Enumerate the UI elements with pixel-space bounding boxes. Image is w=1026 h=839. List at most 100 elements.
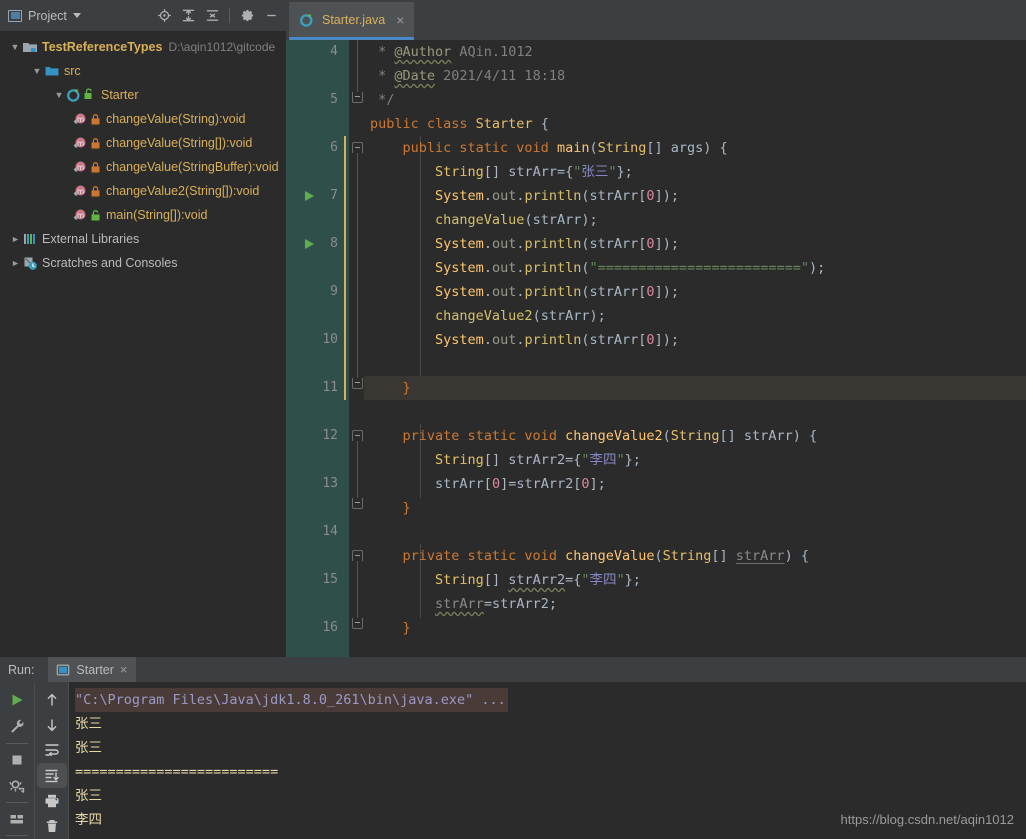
- tree-item-method[interactable]: m changeValue(String[]):void: [0, 131, 286, 155]
- code-line-12[interactable]: System.out.println(strArr[0]);: [364, 232, 1026, 256]
- code-line-7[interactable]: public class Starter {: [364, 112, 1026, 136]
- tree-item-module[interactable]: ▼ TestReferenceTypes D:\aqin1012\gitcode: [0, 35, 286, 59]
- chevron-down-icon[interactable]: [72, 13, 81, 18]
- code-text-area[interactable]: * @Author AQin.1012 * @Date 2021/4/11 18…: [364, 40, 1026, 657]
- wrench-icon[interactable]: [2, 713, 32, 739]
- private-lock-icon: [90, 113, 100, 125]
- layout-icon[interactable]: [2, 806, 32, 832]
- code-line-6[interactable]: */: [364, 88, 1026, 112]
- library-icon: [22, 231, 38, 247]
- expand-all-icon[interactable]: [177, 5, 199, 27]
- toolbar-divider: [6, 802, 28, 803]
- toolbar-divider: [6, 742, 28, 744]
- run-tab-starter[interactable]: Starter ×: [48, 657, 136, 682]
- watermark: https://blog.csdn.net/aqin1012: [840, 812, 1014, 827]
- scroll-to-end-icon[interactable]: [36, 762, 67, 789]
- folder-icon: [44, 63, 60, 79]
- tree-item-method[interactable]: m changeValue(StringBuffer):void: [0, 155, 286, 179]
- fold-region-line: [357, 153, 358, 378]
- code-line-13[interactable]: System.out.println("====================…: [364, 256, 1026, 280]
- console-line: 张三: [75, 740, 102, 756]
- tree-label-module: TestReferenceTypes: [42, 40, 163, 54]
- console-line: 张三: [75, 716, 102, 732]
- fold-marker-main-end[interactable]: [352, 378, 363, 389]
- run-console[interactable]: "C:\Program Files\Java\jdk1.8.0_261\bin\…: [68, 682, 1026, 839]
- code-line-24[interactable]: [364, 520, 1026, 544]
- tree-item-method[interactable]: m changeValue2(String[]):void: [0, 179, 286, 203]
- code-line-10[interactable]: System.out.println(strArr[0]);: [364, 184, 1026, 208]
- toolbar-divider: [229, 8, 230, 23]
- chevron-down-icon[interactable]: ▼: [52, 90, 66, 100]
- fold-marker-comment[interactable]: [352, 92, 363, 103]
- code-line-21[interactable]: String[] strArr2={"李四"};: [364, 448, 1026, 472]
- gear-icon[interactable]: [236, 5, 258, 27]
- editor-tab-starter-java[interactable]: Starter.java ×: [289, 2, 415, 40]
- code-line-27[interactable]: strArr=strArr2;: [364, 592, 1026, 616]
- code-line-15[interactable]: changeValue2(strArr);: [364, 304, 1026, 328]
- code-editor[interactable]: 4 5 6 7 8 9 10 11 12 13 14 15 16 17 18 1…: [286, 40, 1026, 827]
- private-lock-icon: [90, 161, 100, 173]
- print-icon[interactable]: [37, 788, 67, 813]
- arrow-up-icon[interactable]: [37, 687, 67, 712]
- stop-icon[interactable]: [2, 746, 32, 772]
- code-line-8[interactable]: public static void main(String[] args) {: [364, 136, 1026, 160]
- chevron-right-icon[interactable]: ▼: [8, 235, 22, 244]
- code-line-20[interactable]: private static void changeValue2(String[…: [364, 424, 1026, 448]
- project-tree[interactable]: ▼ TestReferenceTypes D:\aqin1012\gitcode…: [0, 31, 286, 657]
- chevron-down-icon[interactable]: ▼: [30, 66, 44, 76]
- collapse-all-icon[interactable]: [201, 5, 223, 27]
- svg-text:m: m: [77, 187, 84, 196]
- code-line-18[interactable]: }: [364, 376, 1026, 400]
- tree-item-src[interactable]: ▼ src: [0, 59, 286, 83]
- rerun-icon[interactable]: [2, 687, 32, 713]
- fold-marker-changevalue-end[interactable]: [352, 618, 363, 629]
- code-line-26[interactable]: String[] strArr2={"李四"};: [364, 568, 1026, 592]
- project-panel-title-group[interactable]: Project: [8, 9, 81, 23]
- fold-marker-changevalue2-end[interactable]: [352, 498, 363, 509]
- svg-text:m: m: [77, 211, 84, 220]
- run-body: "C:\Program Files\Java\jdk1.8.0_261\bin\…: [0, 682, 1026, 839]
- locate-icon[interactable]: [153, 5, 175, 27]
- tree-item-class-starter[interactable]: ▼ Starter: [0, 83, 286, 107]
- close-icon[interactable]: ×: [120, 662, 128, 677]
- java-class-icon: [66, 87, 82, 103]
- editor-gutter[interactable]: 4 5 6 7 8 9 10 11 12 13 14 15 16 17 18 1…: [286, 40, 348, 827]
- chevron-right-icon[interactable]: ▼: [8, 259, 22, 268]
- method-icon: m: [72, 183, 88, 199]
- code-line-17[interactable]: [364, 352, 1026, 376]
- tree-label-external-libraries: External Libraries: [42, 232, 140, 246]
- code-line-14[interactable]: System.out.println(strArr[0]);: [364, 280, 1026, 304]
- fold-marker-changevalue[interactable]: [352, 550, 363, 561]
- code-line-16[interactable]: System.out.println(strArr[0]);: [364, 328, 1026, 352]
- tree-item-external-libraries[interactable]: ▼ External Libraries: [0, 227, 286, 251]
- code-line-28[interactable]: }: [364, 616, 1026, 640]
- code-line-22[interactable]: strArr[0]=strArr2[0];: [364, 472, 1026, 496]
- arrow-down-icon[interactable]: [37, 712, 67, 737]
- soft-wrap-icon[interactable]: [37, 738, 67, 763]
- code-line-9[interactable]: String[] strArr={"张三"};: [364, 160, 1026, 184]
- tree-label-method-main: main(String[]):void: [106, 208, 208, 222]
- idea-window: Project ▼ TestReferenceTypes D:\aqin1012…: [0, 0, 1026, 839]
- code-line-11[interactable]: changeValue(strArr);: [364, 208, 1026, 232]
- code-line-23[interactable]: }: [364, 496, 1026, 520]
- code-line-4[interactable]: * @Author AQin.1012: [364, 40, 1026, 64]
- tree-item-method[interactable]: m changeValue(String):void: [0, 107, 286, 131]
- fold-region-line: [357, 561, 358, 618]
- editor-fold-strip[interactable]: [348, 40, 364, 657]
- tree-item-scratches-and-consoles[interactable]: ▼ Scratches and Consoles: [0, 251, 286, 275]
- rerun-failed-icon[interactable]: [2, 773, 32, 799]
- fold-marker-main[interactable]: [352, 142, 363, 153]
- close-icon[interactable]: ×: [396, 13, 404, 27]
- chevron-down-icon[interactable]: ▼: [8, 42, 22, 52]
- trash-icon[interactable]: [37, 814, 67, 839]
- java-runnable-class-icon: [299, 12, 315, 28]
- code-line-19[interactable]: [364, 400, 1026, 424]
- code-line-5[interactable]: * @Date 2021/4/11 18:18: [364, 64, 1026, 88]
- project-panel-header: Project: [0, 0, 286, 31]
- minimize-icon[interactable]: [260, 5, 282, 27]
- code-line-25[interactable]: private static void changeValue(String[]…: [364, 544, 1026, 568]
- tree-label-method: changeValue(String[]):void: [106, 136, 253, 150]
- fold-marker-changevalue2[interactable]: [352, 430, 363, 441]
- tree-item-method-main[interactable]: m main(String[]):void: [0, 203, 286, 227]
- project-icon: [8, 9, 22, 22]
